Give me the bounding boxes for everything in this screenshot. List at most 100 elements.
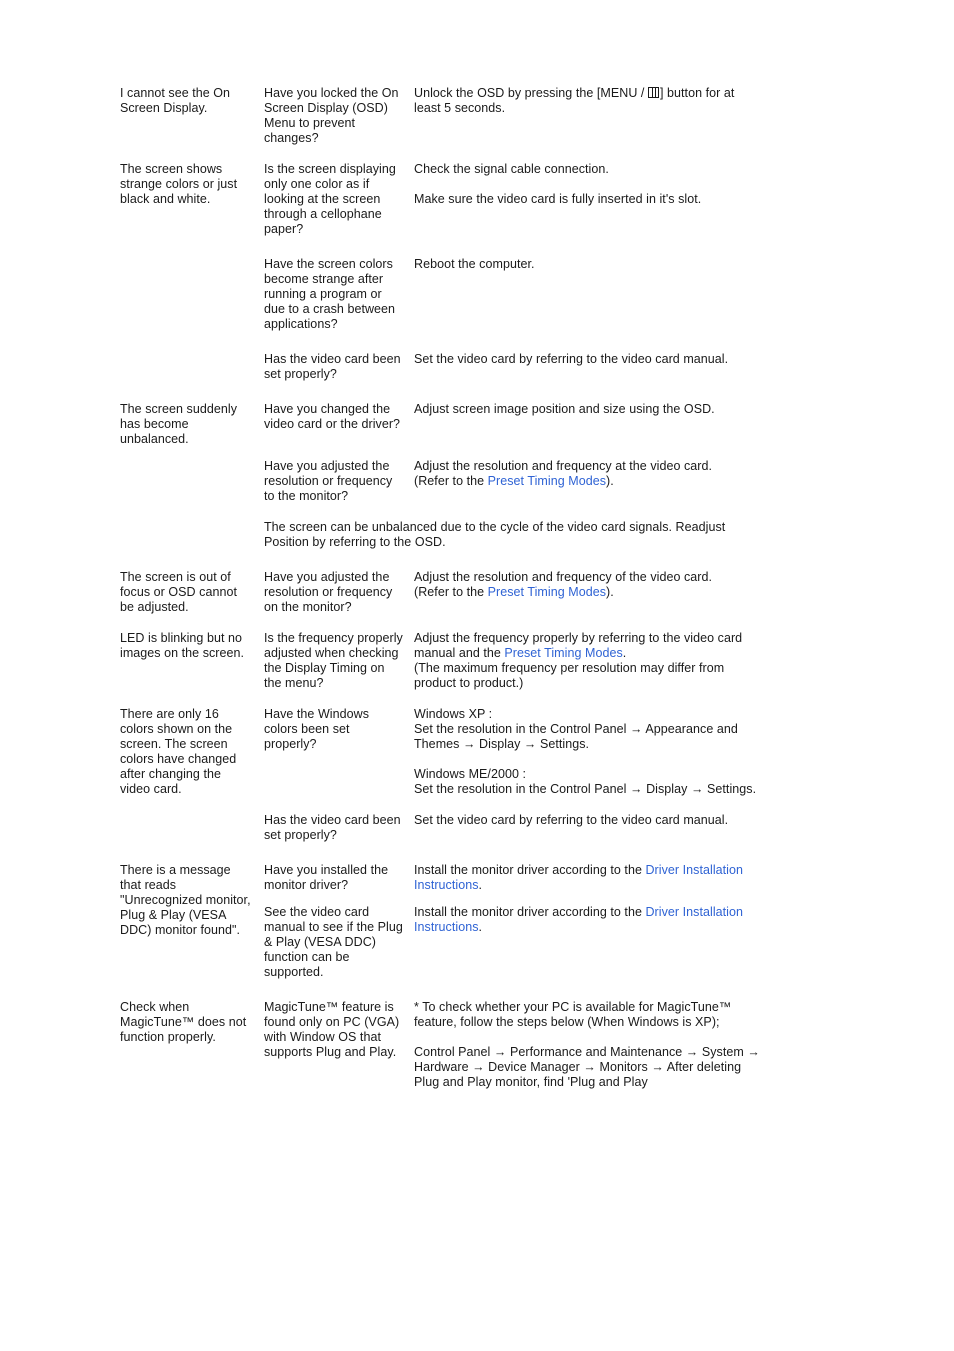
solution-cell: Reboot the computer.	[414, 257, 760, 332]
checklist-cell: Have you locked the On Screen Display (O…	[264, 86, 414, 146]
checklist-cell: See the video card manual to see if the …	[264, 905, 414, 980]
solution-text-part: Reboot the computer.	[414, 257, 535, 271]
troubleshooting-table: I cannot see the On Screen Display. Have…	[120, 86, 760, 1090]
checklist-text: Have you changed the video card or the d…	[264, 402, 401, 431]
solution-text: Set the video card by referring to the v…	[414, 813, 760, 828]
checklist-text: Have the Windows colors been set properl…	[264, 707, 370, 751]
symptom-cell: The screen shows strange colors or just …	[120, 162, 264, 237]
symptom-text: The screen shows strange colors or just …	[120, 162, 238, 206]
solution-cell: Check the signal cable connection. Make …	[414, 162, 760, 237]
row-spacer	[120, 980, 760, 1000]
symptom-text: LED is blinking but no images on the scr…	[120, 631, 245, 660]
symptom-text: The screen suddenly has become unbalance…	[120, 402, 237, 446]
symptom-cell: There are only 16 colors shown on the sc…	[120, 707, 264, 797]
row-spacer	[120, 332, 760, 352]
checklist-cell: Is the frequency properly adjusted when …	[264, 631, 414, 691]
solution-text: * To check whether your PC is available …	[414, 1000, 760, 1030]
solution-text-part: Control Panel → Performance and Maintena…	[414, 1045, 760, 1089]
row-spacer	[120, 447, 760, 459]
troubleshooting-table-body: I cannot see the On Screen Display. Have…	[120, 86, 760, 1090]
solution-text: Check the signal cable connection.	[414, 162, 760, 177]
solution-cell: Adjust screen image position and size us…	[414, 402, 760, 447]
symptom-cell	[120, 813, 264, 843]
solution-cell: Windows XP : Set the resolution in the Co…	[414, 707, 760, 797]
symptom-cell	[120, 257, 264, 332]
checklist-text: Have you installed the monitor driver?	[264, 863, 389, 892]
symptom-cell: The screen suddenly has become unbalance…	[120, 402, 264, 447]
solution-text-part: Set the video card by referring to the v…	[414, 352, 729, 366]
solution-text-part: Make sure the video card is fully insert…	[414, 192, 702, 206]
checklist-cell: Have the screen colors become strange af…	[264, 257, 414, 332]
table-row: The screen is out of focus or OSD cannot…	[120, 570, 760, 615]
checklist-text: Have the screen colors become strange af…	[264, 257, 396, 331]
table-row: Has the video card been set properly? Se…	[120, 813, 760, 843]
solution-text: Adjust screen image position and size us…	[414, 402, 760, 417]
solution-text: Control Panel → Performance and Maintena…	[414, 1045, 760, 1090]
solution-cell: Adjust the frequency properly by referri…	[414, 631, 760, 691]
symptom-cell	[120, 352, 264, 382]
symptom-cell: There is a message that reads "Unrecogni…	[120, 863, 264, 980]
solution-text: Make sure the video card is fully insert…	[414, 192, 760, 207]
checklist-text: Has the video card been set properly?	[264, 352, 401, 381]
solution-cell: Unlock the OSD by pressing the [MENU / ]…	[414, 86, 760, 146]
solution-cell: Install the monitor driver according to …	[414, 863, 760, 893]
symptom-cell: I cannot see the On Screen Display.	[120, 86, 264, 146]
inline-link[interactable]: Driver Installation Instructions	[414, 905, 743, 934]
solution-text-part: Adjust screen image position and size us…	[414, 402, 715, 416]
solution-text: Set the video card by referring to the v…	[414, 352, 760, 367]
row-spacer	[120, 797, 760, 813]
table-row: There are only 16 colors shown on the sc…	[120, 707, 760, 797]
table-row: Has the video card been set properly? Se…	[120, 352, 760, 382]
note-cell: The screen can be unbalanced due to the …	[264, 520, 760, 550]
checklist-cell: Have you changed the video card or the d…	[264, 402, 414, 447]
note-text: The screen can be unbalanced due to the …	[264, 520, 726, 549]
checklist-text: Have you adjusted the resolution or freq…	[264, 459, 393, 503]
solution-text-part: Windows XP : Set the resolution in the Co…	[414, 707, 738, 751]
table-row: The screen shows strange colors or just …	[120, 162, 760, 237]
solution-cell: Set the video card by referring to the v…	[414, 813, 760, 843]
symptom-text: I cannot see the On Screen Display.	[120, 86, 231, 115]
row-spacer	[120, 146, 760, 162]
checklist-cell: MagicTune™ feature is found only on PC (…	[264, 1000, 414, 1090]
solution-cell: * To check whether your PC is available …	[414, 1000, 760, 1090]
solution-text: Unlock the OSD by pressing the [MENU / ]…	[414, 86, 760, 116]
table-row: I cannot see the On Screen Display. Have…	[120, 86, 760, 146]
solution-text-part: Adjust the resolution and frequency at t…	[414, 459, 713, 488]
solution-text-part: Adjust the frequency properly by referri…	[414, 631, 743, 690]
solution-text: Install the monitor driver according to …	[414, 863, 760, 893]
checklist-text: Has the video card been set properly?	[264, 813, 401, 842]
table-row: There is a message that reads "Unrecogni…	[120, 863, 760, 937]
row-spacer	[120, 237, 760, 257]
checklist-text: Is the screen displaying only one color …	[264, 162, 396, 236]
row-spacer	[120, 504, 760, 520]
document-page: I cannot see the On Screen Display. Have…	[0, 0, 954, 1351]
solution-text-part: Install the monitor driver according to …	[414, 863, 743, 892]
table-row: The screen suddenly has become unbalance…	[120, 402, 760, 447]
checklist-cell: Have the Windows colors been set properl…	[264, 707, 414, 797]
checklist-cell: Have you installed the monitor driver?	[264, 863, 414, 893]
solution-text-part: Check the signal cable connection.	[414, 162, 609, 176]
solution-text-part: Install the monitor driver according to …	[414, 905, 743, 934]
solution-text: Windows XP : Set the resolution in the Co…	[414, 707, 760, 752]
checklist-text: Is the frequency properly adjusted when …	[264, 631, 403, 690]
symptom-text: There is a message that reads "Unrecogni…	[120, 863, 251, 937]
symptom-cell: LED is blinking but no images on the scr…	[120, 631, 264, 691]
inline-link[interactable]: Driver Installation Instructions	[414, 863, 743, 892]
solution-text: Adjust the resolution and frequency of t…	[414, 570, 760, 600]
checklist-text: Have you locked the On Screen Display (O…	[264, 86, 399, 145]
solution-text: Adjust the resolution and frequency at t…	[414, 459, 760, 489]
solution-cell: Adjust the resolution and frequency at t…	[414, 459, 760, 504]
inline-link[interactable]: Preset Timing Modes	[488, 474, 606, 488]
solution-text-part: Windows ME/2000 : Set the resolution in t…	[414, 767, 757, 796]
symptom-text: Check when MagicTune™ does not function …	[120, 1000, 247, 1044]
row-spacer	[120, 843, 760, 863]
solution-text-part: Set the video card by referring to the v…	[414, 813, 729, 827]
row-spacer	[120, 615, 760, 631]
checklist-text: Have you adjusted the resolution or freq…	[264, 570, 393, 614]
inline-link[interactable]: Preset Timing Modes	[488, 585, 606, 599]
inline-link[interactable]: Preset Timing Modes	[504, 646, 622, 660]
row-spacer	[120, 691, 760, 707]
solution-cell: Install the monitor driver according to …	[414, 905, 760, 980]
solution-cell: Set the video card by referring to the v…	[414, 352, 760, 382]
checklist-cell: Has the video card been set properly?	[264, 813, 414, 843]
